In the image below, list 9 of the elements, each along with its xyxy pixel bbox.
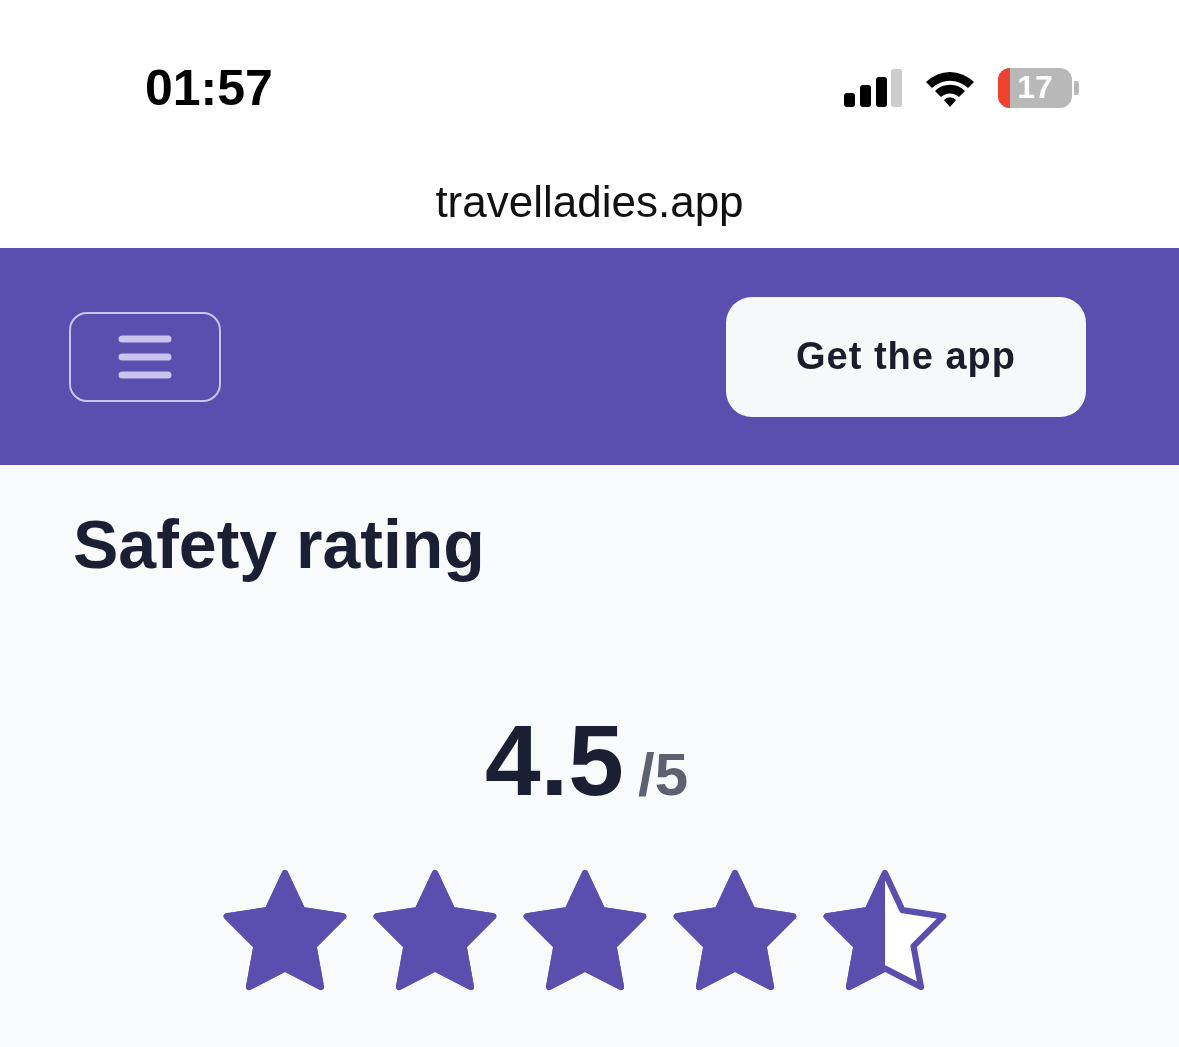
clock-time: 01:57 bbox=[145, 58, 273, 117]
menu-icon bbox=[118, 334, 172, 379]
menu-button[interactable] bbox=[69, 311, 221, 402]
get-app-button[interactable]: Get the app bbox=[726, 296, 1086, 417]
rating-score: 4.5 bbox=[484, 703, 624, 818]
signal-icon bbox=[844, 68, 902, 107]
url-text[interactable]: travelladies.app bbox=[435, 177, 744, 227]
rating-max: /5 bbox=[638, 740, 689, 809]
section-title: Safety rating bbox=[73, 505, 486, 583]
